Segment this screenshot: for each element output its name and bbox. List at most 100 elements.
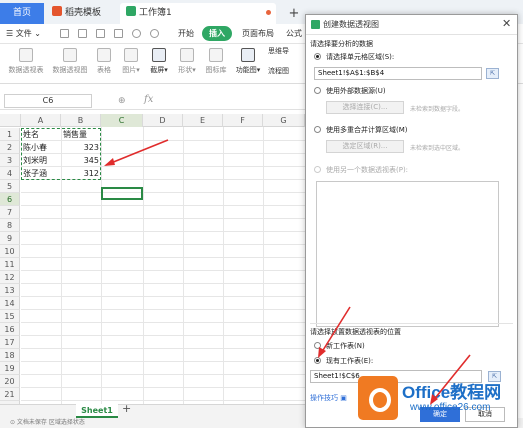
row-header-21[interactable]: 21 (0, 388, 20, 401)
radio-external-source[interactable] (314, 87, 321, 94)
gridline-column (183, 127, 184, 404)
name-box[interactable]: C6 (4, 94, 92, 108)
radio-external-source-label: 使用外部数据源(U) (326, 87, 386, 95)
column-header-a[interactable]: A (21, 114, 61, 127)
close-icon[interactable]: ✕ (502, 17, 511, 30)
section-destination-label: 请选择放置数据透视表的位置 (310, 328, 401, 336)
new-tab-button[interactable]: + (286, 3, 302, 24)
table-icon (97, 48, 111, 62)
menu-page-layout[interactable]: 页面布局 (242, 28, 274, 39)
column-header-e[interactable]: E (183, 114, 223, 127)
radio-new-sheet[interactable] (314, 342, 321, 349)
row-header-2[interactable]: 2 (0, 141, 20, 154)
spreadsheet-icon (126, 6, 136, 16)
row-header-10[interactable]: 10 (0, 245, 20, 258)
format-painter-icon[interactable] (114, 29, 123, 38)
spreadsheet-grid[interactable]: A B C D E F G 1 2 3 4 5 6 7 8 9 10 11 12 13 14 15 16 17 1… (0, 114, 305, 404)
row-header-14[interactable]: 14 (0, 297, 20, 310)
flowchart-button[interactable]: 流程图 (268, 66, 304, 76)
pivot-table-list[interactable] (316, 181, 499, 327)
menu-insert[interactable]: 插入 (202, 26, 232, 41)
create-pivot-chart-dialog: 创建数据透视图 ✕ 请选择要分析的数据 请选择单元格区域(S): Sheet1!… (305, 14, 518, 428)
row-header-12[interactable]: 12 (0, 271, 20, 284)
row-header-6[interactable]: 6 (0, 193, 20, 206)
function-chart-button[interactable]: 功能图▾ (232, 48, 264, 75)
print-icon[interactable] (78, 29, 87, 38)
mindmap-button[interactable]: 思维导 (268, 46, 304, 56)
row-header-18[interactable]: 18 (0, 349, 20, 362)
unsaved-dot-icon (266, 10, 271, 15)
tips-link[interactable]: 操作技巧 ▣ (310, 393, 347, 403)
choose-connection-button[interactable]: 选择连接(C)... (326, 101, 404, 114)
radio-multi-range[interactable] (314, 126, 321, 133)
column-header-d[interactable]: D (143, 114, 183, 127)
fx-icon[interactable]: fx (144, 94, 153, 105)
shape-label: 形状▾ (178, 66, 196, 74)
menu-file[interactable]: ☰ 文件 ⌄ (6, 28, 41, 39)
picture-button[interactable]: 图片▾ (118, 48, 144, 75)
row-header-9[interactable]: 9 (0, 232, 20, 245)
menu-formula[interactable]: 公式 (286, 28, 302, 39)
tab-home[interactable]: 首页 (0, 3, 44, 24)
select-all-corner[interactable] (0, 114, 21, 127)
radio-cell-range[interactable] (314, 53, 321, 60)
sheet-tab-sheet1[interactable]: Sheet1 (76, 404, 118, 418)
shape-button[interactable]: 形状▾ (174, 48, 200, 75)
radio-multi-range-label: 使用多重合并计算区域(M) (326, 126, 408, 134)
column-header-b[interactable]: B (61, 114, 101, 127)
radio-other-pivot-label: 使用另一个数据透视表(P): (326, 166, 409, 174)
tab-workbook[interactable]: 工作簿1 (120, 3, 276, 24)
picture-icon (124, 48, 138, 62)
row-header-13[interactable]: 13 (0, 284, 20, 297)
watermark-url: www.office26.com (410, 402, 491, 413)
active-cell-c6[interactable] (101, 187, 143, 200)
pivot-chart-label: 数据透视图 (52, 66, 88, 74)
row-header-3[interactable]: 3 (0, 154, 20, 167)
row-header-20[interactable]: 20 (0, 375, 20, 388)
column-header-c[interactable]: C (101, 114, 143, 127)
row-header-19[interactable]: 19 (0, 362, 20, 375)
pivot-table-label: 数据透视表 (8, 66, 44, 74)
screenshot-button[interactable]: 截屏▾ (146, 48, 172, 75)
menu-start[interactable]: 开始 (178, 28, 194, 39)
pivot-table-button[interactable]: 数据透视表 (6, 48, 46, 75)
pivot-chart-icon (311, 20, 320, 29)
watermark-brand: Office教程网 (402, 383, 502, 402)
row-header-15[interactable]: 15 (0, 310, 20, 323)
table-button[interactable]: 表格 (92, 48, 116, 75)
choose-area-button[interactable]: 选定区域(R)... (326, 140, 404, 153)
gridline-column (223, 127, 224, 404)
row-header-8[interactable]: 8 (0, 219, 20, 232)
row-header-5[interactable]: 5 (0, 180, 20, 193)
row-header-1[interactable]: 1 (0, 128, 20, 141)
tab-template[interactable]: 稻壳模板 (46, 3, 118, 24)
row-header-4[interactable]: 4 (0, 167, 20, 180)
row-header-17[interactable]: 17 (0, 336, 20, 349)
row-header-11[interactable]: 11 (0, 258, 20, 271)
preview-icon[interactable] (96, 29, 105, 38)
row-header-16[interactable]: 16 (0, 323, 20, 336)
range-picker-icon[interactable]: ⇱ (486, 68, 499, 79)
icon-library-button[interactable]: 图标库 (202, 48, 230, 75)
tab-template-label: 稻壳模板 (65, 8, 102, 18)
pivot-chart-button[interactable]: 数据透视图 (50, 48, 90, 75)
radio-existing-sheet[interactable] (314, 357, 321, 364)
undo-icon[interactable] (132, 29, 141, 38)
template-icon (52, 6, 62, 16)
function-chart-icon (241, 48, 255, 62)
column-headers: A B C D E F G (0, 114, 305, 127)
gridline-column (143, 127, 144, 404)
row-header-7[interactable]: 7 (0, 206, 20, 219)
add-sheet-button[interactable]: + (122, 402, 131, 415)
watermark: Office教程网 www.office26.com (352, 372, 520, 428)
pivot-chart-icon (63, 48, 77, 62)
radio-new-sheet-label: 新工作表(N) (326, 342, 365, 350)
no-field-hint: 未检索到数据字段。 (410, 106, 465, 113)
range-field[interactable]: Sheet1!$A$1:$B$4 (314, 67, 482, 80)
zoom-icon[interactable]: ⊕ (118, 96, 126, 106)
column-header-f[interactable]: F (223, 114, 263, 127)
save-icon[interactable] (60, 29, 69, 38)
column-header-g[interactable]: G (263, 114, 305, 127)
radio-other-pivot[interactable] (314, 166, 321, 173)
redo-icon[interactable] (150, 29, 159, 38)
